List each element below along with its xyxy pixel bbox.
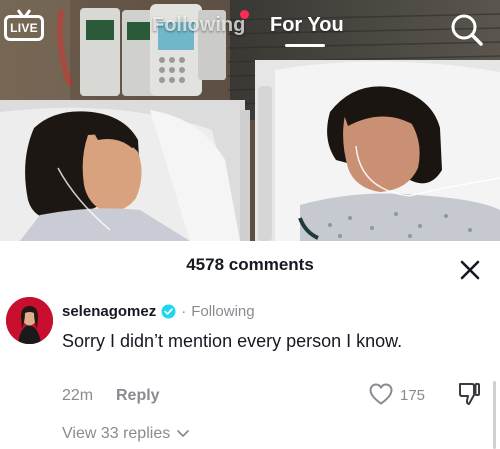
follow-status: Following xyxy=(191,302,255,320)
scrollbar[interactable] xyxy=(493,381,496,449)
tab-following[interactable]: Following xyxy=(152,14,245,37)
tab-for-you[interactable]: For You xyxy=(270,14,344,37)
like-count: 175 xyxy=(400,387,426,404)
avatar[interactable] xyxy=(6,297,53,344)
comments-panel: 4578 comments selenagomez · Following So… xyxy=(0,241,500,449)
close-icon[interactable] xyxy=(457,257,483,283)
live-indicator-dot xyxy=(240,10,249,19)
view-replies-label: View 33 replies xyxy=(62,425,171,442)
top-nav: LIVE Following For You xyxy=(0,0,500,60)
thumbs-down-icon[interactable] xyxy=(457,381,481,407)
comment-count: 4578 comments xyxy=(186,255,314,274)
search-icon[interactable] xyxy=(448,11,486,49)
comment-timestamp: 22m xyxy=(62,387,94,404)
comment-header: selenagomez · Following xyxy=(62,300,255,322)
comment-text: Sorry I didn’t mention every person I kn… xyxy=(62,331,403,351)
video-player[interactable]: LIVE Following For You xyxy=(0,0,500,241)
chevron-down-icon xyxy=(177,430,190,437)
live-label: LIVE xyxy=(10,21,38,35)
active-tab-indicator xyxy=(285,44,325,47)
live-button[interactable]: LIVE xyxy=(4,9,46,47)
view-replies-button[interactable]: View 33 replies xyxy=(62,425,190,443)
heart-icon[interactable] xyxy=(368,382,394,406)
avatar-image xyxy=(6,297,53,344)
username[interactable]: selenagomez xyxy=(62,303,156,320)
separator-dot: · xyxy=(181,302,187,320)
verified-badge-icon xyxy=(161,303,176,319)
reply-button[interactable]: Reply xyxy=(116,387,160,405)
